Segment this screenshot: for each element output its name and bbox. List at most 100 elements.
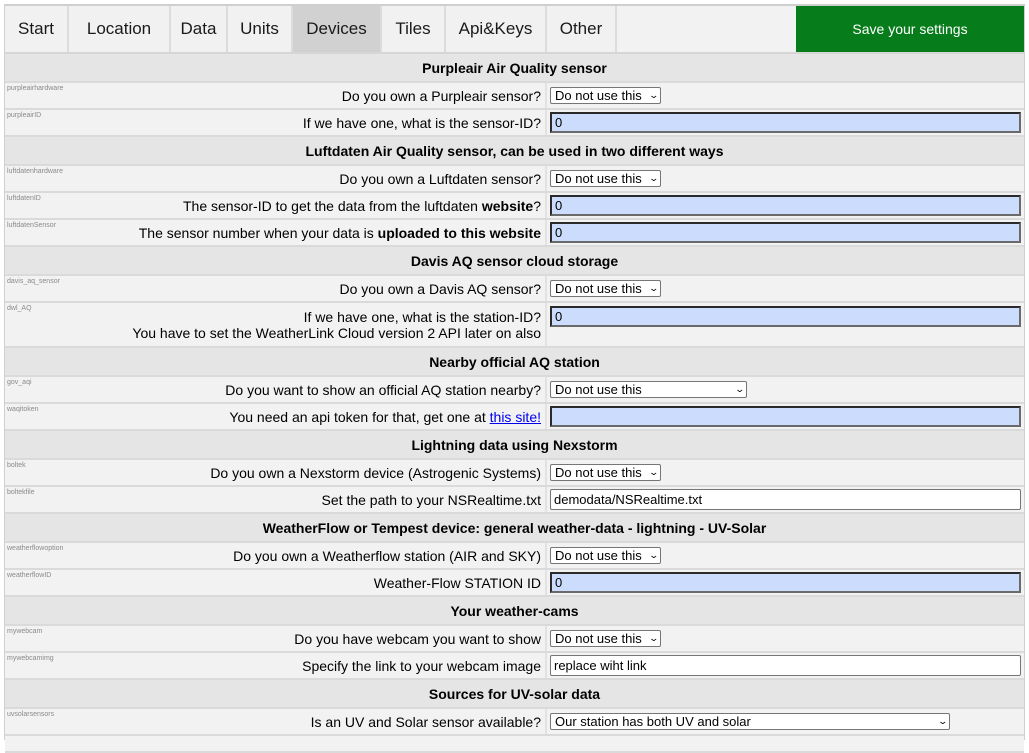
get-token-link[interactable]: this site! [490, 409, 541, 425]
uv-solar-sensors-select[interactable]: Our station has both UV and solar ⌄ [550, 712, 950, 730]
tab-devices[interactable]: Devices [293, 6, 382, 52]
setting-label: Do you own a Nexstorm device (Astrogenic… [210, 464, 541, 481]
luftdaten-id-input[interactable]: 0 [550, 195, 1021, 216]
setting-key: dwl_AQ [7, 305, 32, 312]
section-davis: Davis AQ sensor cloud storage [5, 246, 1024, 276]
select-value: Do not use this [555, 381, 642, 397]
nexstorm-device-select[interactable]: Do not use this ⌄ [550, 463, 661, 481]
chevron-down-icon: ⌄ [648, 466, 660, 477]
setting-key: weatherflowoption [7, 545, 64, 552]
davis-aq-sensor-select[interactable]: Do not use this ⌄ [550, 279, 661, 297]
section-weatherflow: WeatherFlow or Tempest device: general w… [5, 513, 1024, 543]
webcam-select[interactable]: Do not use this ⌄ [550, 629, 661, 647]
weatherflow-option-select[interactable]: Do not use this ⌄ [550, 546, 661, 564]
section-title: Sources for UV-solar data [5, 679, 1024, 709]
nsrealtime-path-input[interactable]: demodata/NSRealtime.txt [550, 489, 1021, 510]
setting-key: weatherflowID [7, 572, 52, 579]
setting-key: mywebcamimg [7, 655, 54, 662]
setting-key: davis_aq_sensor [7, 278, 60, 285]
tab-api-keys[interactable]: Api&Keys [446, 6, 547, 52]
weatherflow-station-id-input[interactable]: 0 [550, 572, 1021, 593]
setting-label: The sensor number when your data is uplo… [5, 225, 541, 241]
section-luftdaten: Luftdaten Air Quality sensor, can be use… [5, 136, 1024, 166]
waqi-token-input[interactable] [550, 406, 1021, 427]
setting-label: Do you own a Purpleair sensor? [341, 87, 541, 104]
table-footer [5, 735, 1024, 753]
chevron-down-icon: ⌄ [734, 383, 746, 394]
save-settings-button[interactable]: Save your settings [796, 6, 1024, 52]
setting-key: boltek [7, 462, 26, 469]
settings-panel: Start Location Data Units Devices Tiles … [4, 4, 1025, 753]
setting-row-luftdatenid: luftdatenID The sensor-ID to get the data… [5, 192, 1024, 220]
tab-spacer [617, 6, 796, 52]
label-text: The sensor-ID to get the data from the l… [183, 197, 482, 214]
setting-label: Do you own a Weatherflow station (AIR an… [233, 547, 541, 564]
tab-units[interactable]: Units [228, 6, 293, 52]
luftdaten-hardware-select[interactable]: Do not use this ⌄ [550, 169, 661, 187]
setting-row-purpleairhardware: purpleairhardware Do you own a Purpleair … [5, 82, 1024, 110]
section-title: Lightning data using Nexstorm [5, 430, 1024, 460]
label-bold-text: uploaded to this website [377, 224, 541, 241]
setting-key: luftdatenSensor [7, 222, 57, 229]
davis-station-id-input[interactable]: 0 [550, 306, 1021, 327]
setting-row-weatherflowid: weatherflowID Weather-Flow STATION ID 0 [5, 569, 1024, 597]
section-purpleair: Purpleair Air Quality sensor [5, 54, 1024, 83]
setting-row-luftdatensensor: luftdatenSensor The sensor number when yo… [5, 219, 1024, 247]
setting-row-purpleairid: purpleairID If we have one, what is the s… [5, 109, 1024, 137]
section-nexstorm: Lightning data using Nexstorm [5, 430, 1024, 460]
setting-label: You need an api token for that, get one … [5, 409, 541, 425]
setting-row-mywebcam: mywebcam Do you have webcam you want to s… [5, 625, 1024, 653]
setting-label: Do you want to show an official AQ stati… [225, 381, 541, 398]
setting-key: purpleairhardware [7, 85, 64, 92]
setting-row-uvsolarsensors: uvsolarsensors Is an UV and Solar sensor … [5, 708, 1024, 736]
setting-row-davis-aq-sensor: davis_aq_sensor Do you own a Davis AQ sen… [5, 275, 1024, 303]
setting-key: luftdatenhardware [7, 168, 64, 175]
devices-settings-table: Purpleair Air Quality sensor purpleairha… [5, 54, 1024, 753]
section-title: Luftdaten Air Quality sensor, can be use… [5, 136, 1024, 166]
label-text: You need an api token for that, get one … [229, 408, 490, 425]
setting-label: Specify the link to your webcam image [302, 657, 541, 674]
purpleair-id-input[interactable]: 0 [550, 112, 1021, 133]
tab-start[interactable]: Start [5, 6, 69, 52]
chevron-down-icon: ⌄ [648, 172, 660, 183]
gov-aqi-select[interactable]: Do not use this ⌄ [550, 380, 747, 398]
chevron-down-icon: ⌄ [937, 715, 949, 726]
tab-tiles[interactable]: Tiles [382, 6, 446, 52]
purpleair-hardware-select[interactable]: Do not use this ⌄ [550, 86, 661, 104]
setting-label: Set the path to your NSRealtime.txt [321, 491, 541, 508]
webcam-image-link-input[interactable]: replace wiht link [550, 655, 1021, 676]
section-title: Davis AQ sensor cloud storage [5, 246, 1024, 276]
setting-row-boltekfile: boltekfile Set the path to your NSRealtim… [5, 486, 1024, 514]
section-uvsolar: Sources for UV-solar data [5, 679, 1024, 709]
setting-row-gov-aqi: gov_aqi Do you want to show an official A… [5, 376, 1024, 404]
select-value: Do not use this [555, 87, 642, 103]
tab-data[interactable]: Data [171, 6, 228, 52]
setting-label: Do you own a Luftdaten sensor? [339, 170, 541, 187]
setting-row-dwl-aq: dwl_AQ If we have one, what is the statio… [5, 302, 1024, 348]
setting-row-boltek: boltek Do you own a Nexstorm device (Astr… [5, 459, 1024, 487]
setting-label: If we have one, what is the sensor-ID? [302, 114, 541, 131]
label-suffix: ? [533, 197, 541, 214]
chevron-down-icon: ⌄ [648, 549, 660, 560]
setting-label: The sensor-ID to get the data from the l… [5, 198, 541, 214]
section-title: WeatherFlow or Tempest device: general w… [5, 513, 1024, 543]
select-value: Do not use this [555, 280, 642, 296]
setting-label: Do you own a Davis AQ sensor? [339, 280, 541, 297]
setting-label: Do you have webcam you want to show [294, 630, 541, 647]
setting-label: Weather-Flow STATION ID [373, 574, 541, 591]
setting-key: uvsolarsensors [7, 711, 55, 718]
setting-key: mywebcam [7, 628, 43, 635]
tab-bar: Start Location Data Units Devices Tiles … [5, 6, 1024, 54]
setting-row-weatherflowoption: weatherflowoption Do you own a Weatherflo… [5, 542, 1024, 570]
setting-row-mywebcamimg: mywebcamimg Specify the link to your webc… [5, 652, 1024, 680]
tab-location[interactable]: Location [69, 6, 171, 52]
select-value: Our station has both UV and solar [555, 713, 751, 729]
setting-row-waqitoken: waqitoken You need an api token for that,… [5, 403, 1024, 431]
chevron-down-icon: ⌄ [648, 632, 660, 643]
luftdaten-sensor-input[interactable]: 0 [550, 222, 1021, 243]
tab-other[interactable]: Other [547, 6, 617, 52]
chevron-down-icon: ⌄ [648, 89, 660, 100]
setting-hint: You have to set the WeatherLink Cloud ve… [132, 324, 541, 341]
setting-key: waqitoken [7, 406, 39, 413]
setting-row-luftdatenhardware: luftdatenhardware Do you own a Luftdaten … [5, 165, 1024, 193]
